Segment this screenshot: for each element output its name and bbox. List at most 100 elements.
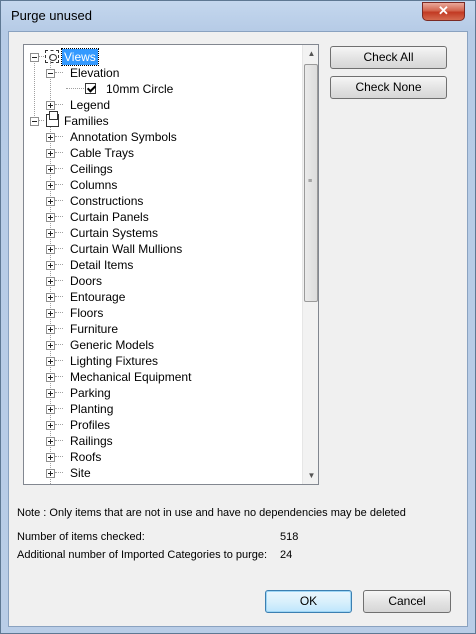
- expand-icon[interactable]: [46, 277, 55, 286]
- tree-item-cable-trays[interactable]: Cable Trays: [24, 145, 302, 161]
- tree-connector: [55, 440, 63, 441]
- items-checked-value: 518: [280, 531, 299, 543]
- tree-item-legend[interactable]: Legend: [24, 97, 302, 113]
- tree-item-label: Lighting Fixtures: [70, 354, 159, 368]
- collapse-icon[interactable]: [30, 53, 39, 62]
- tree-item-families[interactable]: Families: [24, 111, 302, 129]
- tree-item-label: Curtain Wall Mullions: [70, 242, 183, 256]
- tree-connector: [55, 168, 63, 169]
- expand-icon[interactable]: [46, 341, 55, 350]
- tree-connector: [55, 264, 63, 265]
- tree-item-label: Roofs: [70, 450, 102, 464]
- tree-item-constructions[interactable]: Constructions: [24, 193, 302, 209]
- collapse-icon[interactable]: [30, 117, 39, 126]
- close-button[interactable]: ✕: [422, 2, 465, 21]
- tree-item-site[interactable]: Site: [24, 465, 302, 481]
- expand-icon[interactable]: [46, 165, 55, 174]
- tree-item-curtain-systems[interactable]: Curtain Systems: [24, 225, 302, 241]
- tree-item-profiles[interactable]: Profiles: [24, 417, 302, 433]
- expand-icon[interactable]: [46, 453, 55, 462]
- tree-item-curtain-wall-mullions[interactable]: Curtain Wall Mullions: [24, 241, 302, 257]
- tree-connector: [55, 248, 63, 249]
- tree-item-views[interactable]: Views: [24, 48, 302, 66]
- ok-button[interactable]: OK: [265, 590, 352, 613]
- expand-icon[interactable]: [46, 213, 55, 222]
- title-bar[interactable]: Purge unused ✕: [1, 1, 475, 31]
- expand-icon[interactable]: [46, 437, 55, 446]
- tree-item-ceilings[interactable]: Ceilings: [24, 161, 302, 177]
- collapse-icon[interactable]: [46, 69, 55, 78]
- tree-item-parking[interactable]: Parking: [24, 385, 302, 401]
- purge-tree-view[interactable]: Views Elevation 10mm Circle Legend Famil…: [23, 44, 319, 485]
- check-all-button[interactable]: Check All: [330, 46, 447, 69]
- expand-icon[interactable]: [46, 373, 55, 382]
- item-checkbox[interactable]: [85, 83, 96, 94]
- tree-item-label: Parking: [70, 386, 111, 400]
- tree-item-elevation[interactable]: Elevation: [24, 65, 302, 81]
- tree-item-generic-models[interactable]: Generic Models: [24, 337, 302, 353]
- tree-item-label: Constructions: [70, 194, 144, 208]
- tree-item-furniture[interactable]: Furniture: [24, 321, 302, 337]
- tree-connector: [55, 104, 63, 105]
- tree-item-mechanical-equipment[interactable]: Mechanical Equipment: [24, 369, 302, 385]
- tree-connector: [39, 56, 44, 57]
- items-checked-label: Number of items checked:: [17, 531, 145, 543]
- tree-item-detail-items[interactable]: Detail Items: [24, 257, 302, 273]
- expand-icon[interactable]: [46, 181, 55, 190]
- expand-icon[interactable]: [46, 325, 55, 334]
- tree-item-label: Detail Items: [70, 258, 134, 272]
- tree-item-lighting-fixtures[interactable]: Lighting Fixtures: [24, 353, 302, 369]
- tree-item-label: Legend: [70, 98, 111, 112]
- tree-item-roofs[interactable]: Roofs: [24, 449, 302, 465]
- cancel-button[interactable]: Cancel: [363, 590, 451, 613]
- check-none-button[interactable]: Check None: [330, 76, 447, 99]
- expand-icon[interactable]: [46, 245, 55, 254]
- tree-connector: [55, 280, 63, 281]
- tree-connector: [55, 456, 63, 457]
- expand-icon[interactable]: [46, 197, 55, 206]
- tree-item-annotation-symbols[interactable]: Annotation Symbols: [24, 129, 302, 145]
- tree-connector: [55, 360, 63, 361]
- tree-connector: [55, 184, 63, 185]
- tree-item-curtain-panels[interactable]: Curtain Panels: [24, 209, 302, 225]
- tree-item-label: Families: [64, 114, 109, 128]
- tree-connector: [55, 472, 63, 473]
- expand-icon[interactable]: [46, 101, 55, 110]
- tree-item-entourage[interactable]: Entourage: [24, 289, 302, 305]
- tree-item-label: Cable Trays: [70, 146, 135, 160]
- expand-icon[interactable]: [46, 469, 55, 478]
- tree-connector: [55, 232, 63, 233]
- tree-item-planting[interactable]: Planting: [24, 401, 302, 417]
- scroll-up-arrow-icon[interactable]: ▲: [303, 45, 318, 62]
- expand-icon[interactable]: [46, 133, 55, 142]
- tree-item-label: Site: [70, 466, 91, 480]
- tree-item-label: Generic Models: [70, 338, 155, 352]
- tree-item-label: Ceilings: [70, 162, 113, 176]
- expand-icon[interactable]: [46, 229, 55, 238]
- tree-connector: [55, 312, 63, 313]
- tree-connector: [66, 88, 84, 89]
- scroll-down-arrow-icon[interactable]: ▼: [303, 467, 318, 484]
- tree-item-label: Curtain Panels: [70, 210, 149, 224]
- tree-item-doors[interactable]: Doors: [24, 273, 302, 289]
- scrollbar-thumb[interactable]: ≡: [304, 64, 318, 302]
- tree-item-railings[interactable]: Railings: [24, 433, 302, 449]
- views-icon: [45, 50, 59, 63]
- expand-icon[interactable]: [46, 421, 55, 430]
- tree-connector: [55, 200, 63, 201]
- expand-icon[interactable]: [46, 389, 55, 398]
- expand-icon[interactable]: [46, 149, 55, 158]
- expand-icon[interactable]: [46, 309, 55, 318]
- expand-icon[interactable]: [46, 405, 55, 414]
- expand-icon[interactable]: [46, 357, 55, 366]
- tree-connector: [55, 392, 63, 393]
- tree-item-floors[interactable]: Floors: [24, 305, 302, 321]
- tree-item-columns[interactable]: Columns: [24, 177, 302, 193]
- tree-rows: Views Elevation 10mm Circle Legend Famil…: [24, 45, 302, 484]
- tree-connector: [39, 120, 44, 121]
- expand-icon[interactable]: [46, 293, 55, 302]
- tree-vertical-scrollbar[interactable]: ▲ ≡ ▼: [302, 45, 318, 484]
- tree-connector: [55, 136, 63, 137]
- tree-item-10mm-circle[interactable]: 10mm Circle: [24, 81, 302, 97]
- expand-icon[interactable]: [46, 261, 55, 270]
